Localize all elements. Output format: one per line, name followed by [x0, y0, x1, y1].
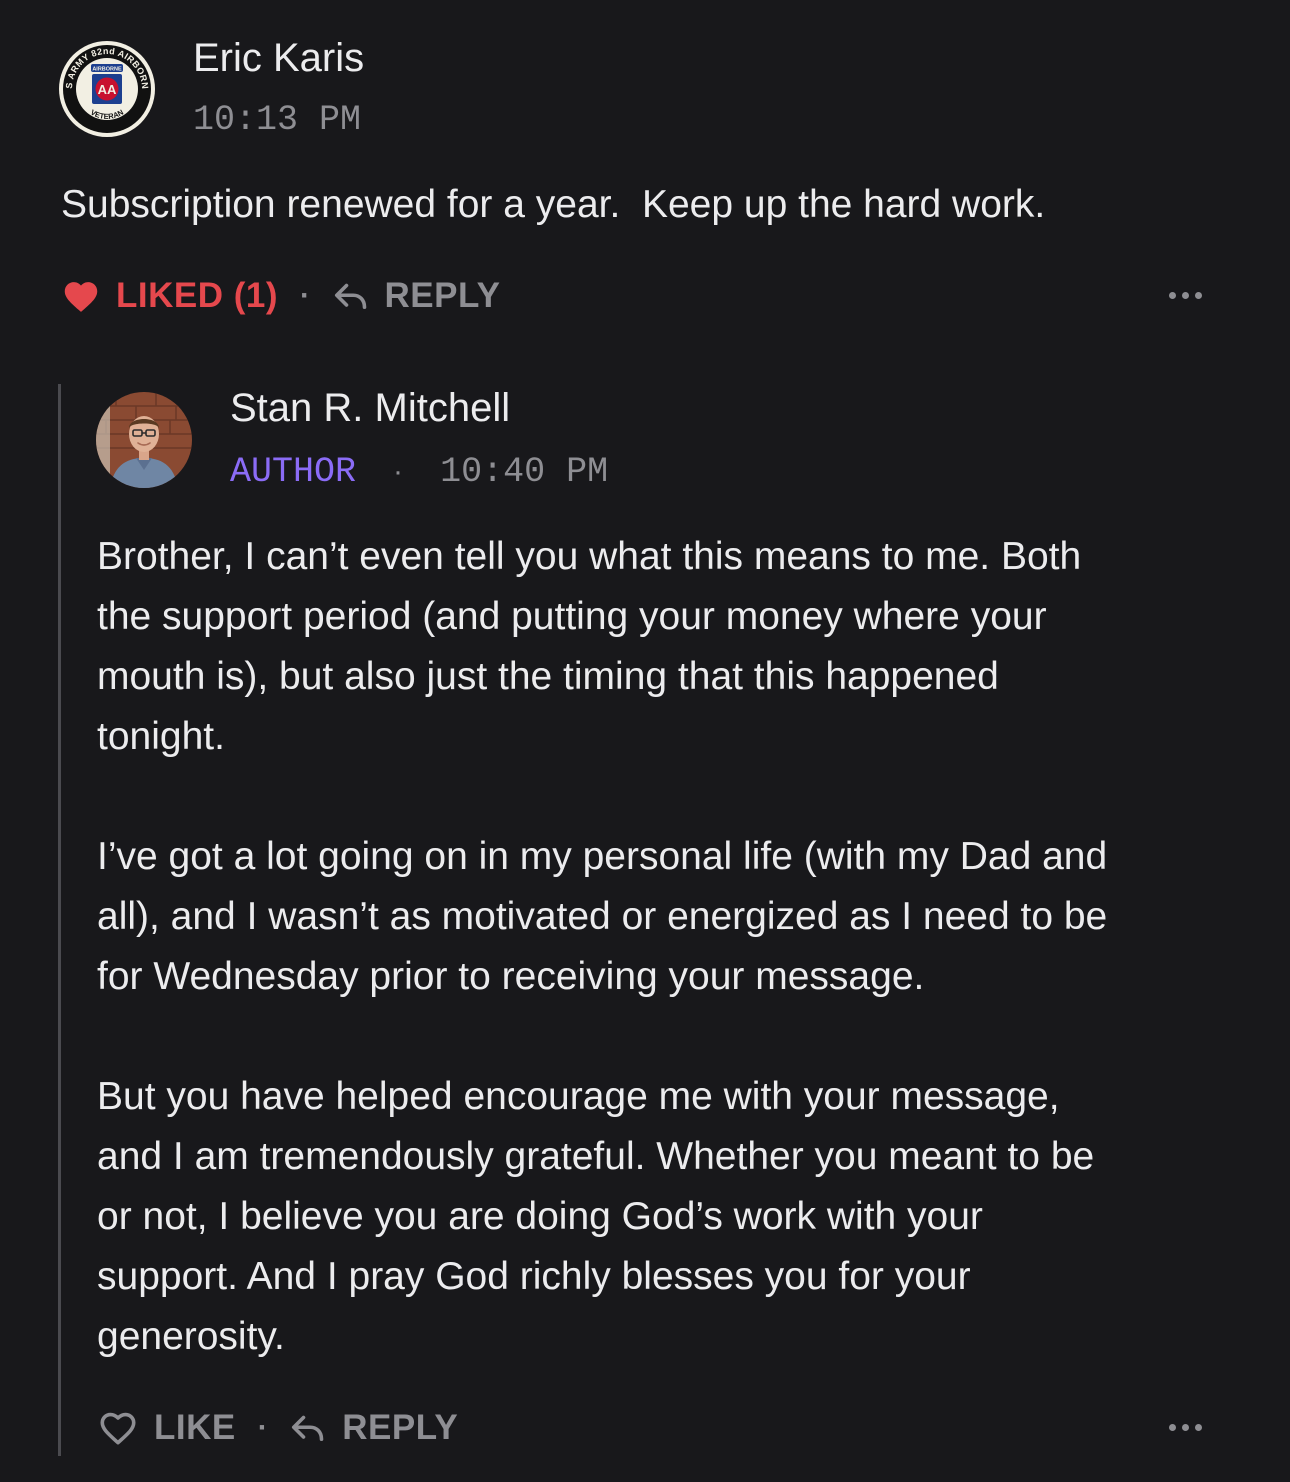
82nd-airborne-veteran-badge-icon[interactable]: US ARMY 82nd AIRBORNE VETERAN AIRBORNE A…: [55, 32, 156, 138]
badge-tab-text: AIRBORNE: [92, 67, 122, 73]
reply-paragraph-2: I’ve got a lot going on in my personal l…: [97, 835, 1108, 998]
more-dot: [1195, 1424, 1202, 1431]
more-dot: [1169, 1424, 1176, 1431]
liked-label: LIKED (1): [116, 276, 278, 315]
thread-line: [58, 384, 61, 1456]
reply-label: REPLY: [342, 1408, 459, 1447]
badge-svg: US ARMY 82nd AIRBORNE VETERAN AIRBORNE A…: [55, 32, 155, 137]
comment-author-name[interactable]: Eric Karis: [193, 36, 364, 81]
reply-timestamp[interactable]: 10:40 PM: [440, 452, 608, 492]
heart-filled-icon: [64, 282, 98, 312]
more-dot: [1182, 292, 1189, 299]
separator-dot: ·: [300, 279, 311, 312]
heart-outline-icon: [100, 1412, 136, 1445]
comment-actions: LIKED (1) · REPLY: [62, 276, 500, 316]
more-dot: [1195, 292, 1202, 299]
more-dot: [1169, 292, 1176, 299]
author-avatar-icon: [96, 392, 192, 488]
comment-body: Subscription renewed for a year. Keep up…: [61, 183, 1046, 226]
more-dot: [1182, 1424, 1189, 1431]
reply-button[interactable]: REPLY: [290, 1408, 458, 1448]
author-badge: AUTHOR: [230, 452, 357, 492]
more-options-icon[interactable]: [1169, 292, 1202, 299]
like-button[interactable]: LIKE: [98, 1408, 236, 1448]
like-label: LIKE: [154, 1408, 236, 1447]
reply-actions: LIKE · REPLY: [98, 1408, 458, 1448]
reply-arrow-icon: [334, 283, 366, 310]
separator-dot: ·: [393, 455, 404, 488]
reply-label: REPLY: [384, 276, 501, 315]
reply-author-name[interactable]: Stan R. Mitchell: [230, 386, 510, 431]
more-options-icon[interactable]: [1169, 1424, 1202, 1431]
separator-dot: ·: [257, 1411, 269, 1444]
reply-button[interactable]: REPLY: [333, 276, 501, 316]
reply-paragraph-3: But you have helped encourage me with yo…: [97, 1075, 1095, 1358]
reply-meta: AUTHOR · 10:40 PM: [230, 452, 608, 492]
liked-button[interactable]: LIKED (1): [62, 276, 278, 316]
reply-arrow-icon: [292, 1415, 324, 1442]
badge-center-text: AA: [98, 82, 117, 97]
comment-timestamp[interactable]: 10:13 PM: [193, 100, 361, 140]
reply-paragraph-1: Brother, I can’t even tell you what this…: [97, 535, 1082, 758]
avatar[interactable]: [96, 392, 192, 488]
